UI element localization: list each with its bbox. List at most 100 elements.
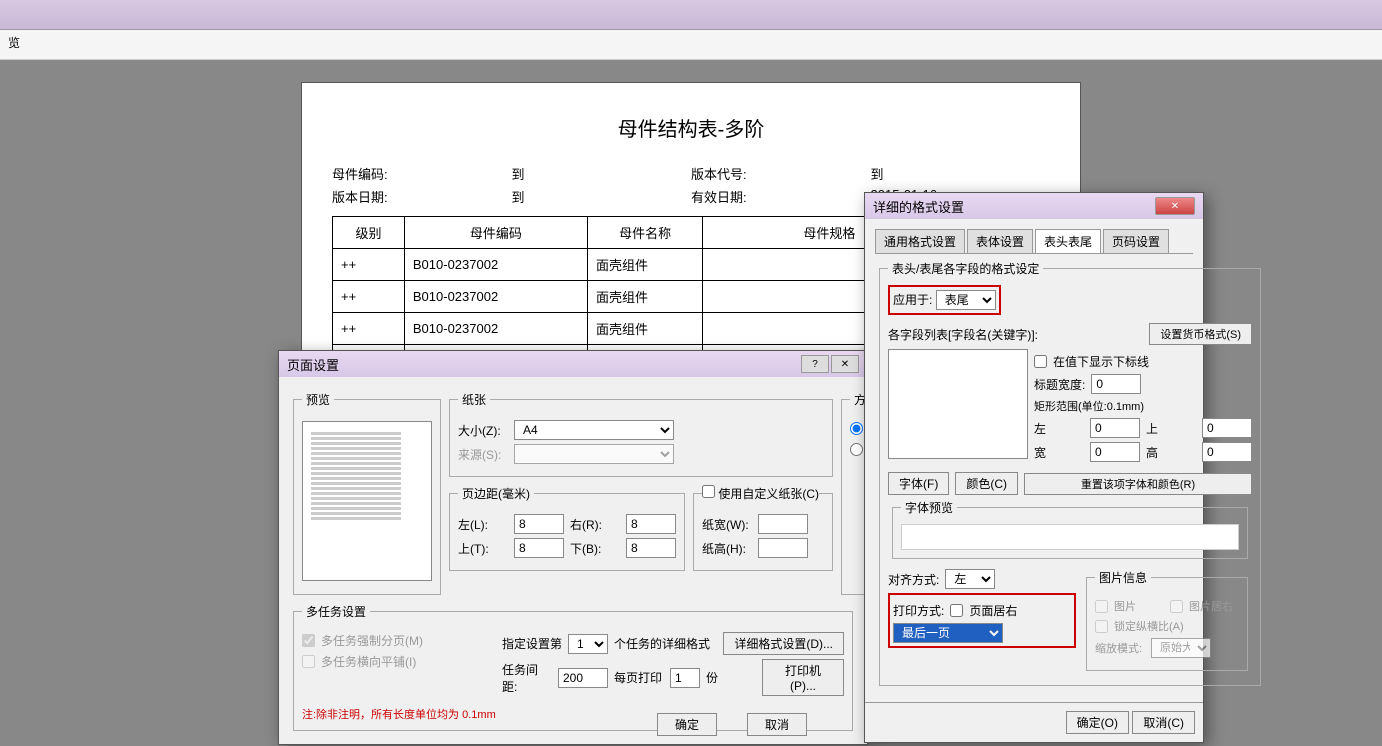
per-page-label: 每页打印	[614, 669, 664, 686]
print-mode-select[interactable]: 最后一页	[893, 623, 1003, 643]
currency-format-button[interactable]: 设置货币格式(S)	[1149, 323, 1252, 345]
margin-bottom-input[interactable]	[626, 538, 676, 558]
tab-0[interactable]: 通用格式设置	[875, 229, 965, 253]
header-to: 到	[871, 162, 1051, 185]
per-page-input[interactable]	[670, 668, 700, 688]
table-cell: ++	[333, 249, 405, 281]
tile-label: 多任务横向平铺(I)	[321, 653, 416, 670]
underline-checkbox[interactable]	[1034, 355, 1047, 368]
portrait-radio[interactable]	[850, 422, 863, 435]
header-code-label: 母件编码:	[332, 162, 512, 185]
table-cell: B010-0237002	[404, 313, 587, 345]
zoom-label: 缩放模式:	[1095, 640, 1145, 656]
force-page-checkbox	[302, 634, 315, 647]
margin-right-label: 右(R):	[570, 516, 620, 533]
color-button[interactable]: 颜色(C)	[955, 472, 1018, 495]
rect-height-input[interactable]	[1202, 442, 1252, 462]
table-cell: 面壳组件	[587, 281, 702, 313]
cancel-button[interactable]: 取消(C)	[1132, 711, 1195, 734]
cancel-button[interactable]: 取消	[747, 713, 807, 736]
close-button[interactable]: ✕	[1155, 197, 1195, 215]
table-cell: ++	[333, 281, 405, 313]
font-button[interactable]: 字体(F)	[888, 472, 949, 495]
landscape-radio[interactable]	[850, 443, 863, 456]
align-label: 对齐方式:	[888, 571, 939, 588]
force-page-label: 多任务强制分页(M)	[321, 632, 423, 649]
apply-to-select[interactable]: 表尾	[936, 290, 996, 310]
rect-left-label: 左	[1034, 420, 1084, 437]
title-width-label: 标题宽度:	[1034, 376, 1085, 393]
image-info-fieldset: 图片信息 图片 图片居右 锁定纵横比(A) 缩放模式: 原始大小	[1086, 569, 1248, 671]
close-button[interactable]: ✕	[831, 355, 859, 373]
paper-source-select	[514, 444, 674, 464]
table-cell: ++	[333, 313, 405, 345]
specify-task-select[interactable]: 1	[568, 634, 608, 654]
lock-ratio-label: 锁定纵横比(A)	[1114, 618, 1184, 634]
reset-font-color-button[interactable]: 重置该项字体和颜色(R)	[1024, 473, 1252, 495]
margin-right-input[interactable]	[626, 514, 676, 534]
margin-left-label: 左(L):	[458, 516, 508, 533]
image-right-label: 图片居右	[1189, 598, 1239, 614]
report-title: 母件结构表-多阶	[332, 113, 1050, 142]
zoom-select: 原始大小	[1151, 638, 1211, 658]
paper-height-label: 纸高(H):	[702, 540, 752, 557]
table-cell: B010-0237002	[404, 281, 587, 313]
header-to: 到	[512, 185, 692, 208]
header-version-date-label: 版本日期:	[332, 185, 512, 208]
paper-height-input	[758, 538, 808, 558]
rect-width-input[interactable]	[1090, 442, 1140, 462]
print-mode-label: 打印方式:	[893, 602, 944, 619]
align-select[interactable]: 左	[945, 569, 995, 589]
header-valid-date-label: 有效日期:	[691, 185, 871, 208]
margins-legend: 页边距(毫米)	[458, 485, 534, 502]
menu-item[interactable]: 览	[8, 36, 20, 50]
table-cell: 面壳组件	[587, 249, 702, 281]
app-menubar: 览	[0, 30, 1382, 60]
paper-source-label: 来源(S):	[458, 446, 508, 463]
detail-format-button[interactable]: 详细格式设置(D)...	[723, 632, 844, 655]
margins-fieldset: 页边距(毫米) 左(L): 右(R): 上(T): 下(B):	[449, 485, 685, 571]
ok-button[interactable]: 确定	[657, 713, 717, 736]
rect-width-label: 宽	[1034, 444, 1084, 461]
preview-thumbnail	[302, 421, 432, 581]
header-footer-fieldset: 表头/表尾各字段的格式设定 应用于: 表尾 各字段列表[字段名(关键字)]: 设…	[879, 260, 1261, 686]
font-preview-fieldset: 字体预览	[892, 499, 1248, 559]
margin-top-input[interactable]	[514, 538, 564, 558]
app-titlebar	[0, 0, 1382, 30]
rect-top-input[interactable]	[1202, 418, 1252, 438]
rect-range-label: 矩形范围(单位:0.1mm)	[1034, 398, 1252, 414]
table-header: 级别	[333, 217, 405, 249]
preview-fieldset: 预览	[293, 391, 441, 595]
paper-size-select[interactable]: A4	[514, 420, 674, 440]
specify-pre-label: 指定设置第	[502, 635, 562, 652]
rect-left-input[interactable]	[1090, 418, 1140, 438]
page-center-checkbox[interactable]	[950, 604, 963, 617]
image-checkbox	[1095, 600, 1108, 613]
tab-3[interactable]: 页码设置	[1103, 229, 1169, 253]
help-button[interactable]: ?	[801, 355, 829, 373]
table-header: 母件名称	[587, 217, 702, 249]
custom-paper-checkbox[interactable]	[702, 485, 715, 498]
format-settings-dialog: 详细的格式设置 ✕ 通用格式设置表体设置表头表尾页码设置 表头/表尾各字段的格式…	[864, 192, 1204, 743]
custom-paper-label: 使用自定义纸张(C)	[718, 487, 819, 501]
rect-height-label: 高	[1146, 444, 1196, 461]
dialog-titlebar[interactable]: 详细的格式设置 ✕	[865, 193, 1203, 219]
print-mode-highlight: 打印方式: 页面居右 最后一页	[888, 593, 1076, 648]
tab-1[interactable]: 表体设置	[967, 229, 1033, 253]
custom-paper-fieldset: 使用自定义纸张(C) 纸宽(W): 纸高(H):	[693, 485, 833, 571]
field-list-box[interactable]	[888, 349, 1028, 459]
paper-width-label: 纸宽(W):	[702, 516, 752, 533]
page-setup-dialog: 页面设置 ? ✕ 预览 纸张 大小(Z): A4	[278, 350, 868, 745]
interval-input[interactable]	[558, 668, 608, 688]
ok-button[interactable]: 确定(O)	[1066, 711, 1129, 734]
image-label: 图片	[1114, 598, 1164, 614]
preview-legend: 预览	[302, 391, 334, 408]
printer-button[interactable]: 打印机(P)...	[762, 659, 844, 696]
table-cell: B010-0237002	[404, 249, 587, 281]
tab-2[interactable]: 表头表尾	[1035, 229, 1101, 253]
dialog-titlebar[interactable]: 页面设置 ? ✕	[279, 351, 867, 377]
paper-fieldset: 纸张 大小(Z): A4 来源(S):	[449, 391, 833, 477]
paper-legend: 纸张	[458, 391, 490, 408]
margin-left-input[interactable]	[514, 514, 564, 534]
title-width-input[interactable]	[1091, 374, 1141, 394]
